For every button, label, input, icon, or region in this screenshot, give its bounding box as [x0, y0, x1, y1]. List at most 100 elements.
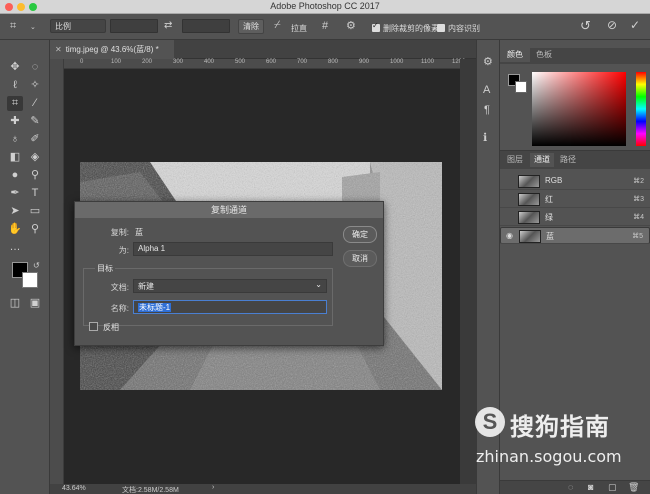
channel-shortcut: ⌘5 — [632, 233, 643, 240]
move-tool-icon[interactable]: ✥ — [7, 60, 23, 75]
channel-row-red[interactable]: 红 ⌘3 — [500, 191, 650, 208]
info-icon[interactable]: ℹ — [483, 133, 487, 144]
eraser-tool-icon[interactable]: ◧ — [7, 150, 23, 165]
copy-value: 蓝 — [135, 228, 143, 237]
ruler-vertical — [50, 59, 64, 484]
rectangle-tool-icon[interactable]: ▭ — [27, 204, 43, 219]
magic-wand-tool-icon[interactable]: ✧ — [27, 78, 43, 93]
gear-icon[interactable]: ⚙ — [346, 21, 356, 32]
trash-icon[interactable]: 🗑 — [628, 482, 639, 493]
content-aware-checkbox[interactable] — [437, 24, 445, 32]
dodge-tool-icon[interactable]: ⚲ — [27, 168, 43, 183]
more-tools-icon[interactable]: … — [7, 240, 23, 255]
channel-thumbnail — [518, 211, 540, 224]
as-input[interactable]: Alpha 1 — [133, 242, 333, 256]
document-size: 文档:2.58M/2.58M — [122, 487, 179, 494]
properties-icon[interactable]: ⚙ — [483, 57, 493, 68]
marquee-tool-icon[interactable]: ◌ — [27, 60, 43, 75]
chevron-down-icon[interactable]: ⌄ — [30, 22, 36, 33]
healing-brush-tool-icon[interactable]: ✚ — [7, 114, 23, 129]
character-icon[interactable]: A — [483, 85, 490, 96]
eye-icon[interactable]: ◉ — [506, 231, 513, 240]
pen-tool-icon[interactable]: ✒ — [7, 186, 23, 201]
delete-cropped-checkbox[interactable] — [372, 21, 380, 32]
lasso-tool-icon[interactable]: ℓ — [7, 78, 23, 93]
ruler-tick-label: 600 — [266, 59, 277, 65]
tab-channels[interactable]: 通道 — [530, 153, 554, 167]
quick-mask-icon[interactable]: ◫ — [7, 296, 23, 311]
ruler-tick-label: 200 — [142, 59, 153, 65]
document-select[interactable]: 新建 ⌄ — [133, 279, 327, 293]
channel-thumbnail — [519, 230, 541, 243]
clear-button[interactable]: 清除 — [238, 19, 264, 34]
ratio-select[interactable]: 比例 — [50, 19, 106, 33]
name-input[interactable]: 未标题-1 — [133, 300, 327, 314]
tab-color[interactable]: 颜色 — [500, 48, 530, 62]
document-select-value: 新建 — [138, 282, 154, 291]
zoom-level[interactable]: 43.64% — [62, 485, 86, 492]
vertical-scrollbar[interactable] — [460, 59, 476, 484]
name-label: 名称: — [110, 304, 129, 313]
load-selection-icon[interactable]: ◌ — [568, 482, 573, 493]
brush-tool-icon[interactable]: ✎ — [27, 114, 43, 129]
paint-bucket-tool-icon[interactable]: ◈ — [27, 150, 43, 165]
cancel-button[interactable]: 取消 — [343, 250, 377, 267]
tab-layers[interactable]: 图层 — [500, 153, 530, 167]
title-bar: Adobe Photoshop CC 2017 — [0, 0, 650, 14]
straighten-icon[interactable]: ⌿ — [274, 20, 281, 31]
channel-row-blue[interactable]: ◉ 蓝 ⌘5 — [500, 227, 650, 244]
watermark-url: zhinan.sogou.com — [476, 447, 622, 466]
straighten-label[interactable]: 拉直 — [291, 23, 307, 34]
channel-name: 蓝 — [546, 232, 554, 241]
channel-shortcut: ⌘3 — [633, 196, 644, 203]
color-field[interactable] — [532, 72, 626, 146]
document-tab-label: timg.jpeg @ 43.6%(蓝/8) * — [65, 45, 159, 54]
background-color-swatch[interactable] — [22, 272, 38, 288]
history-brush-tool-icon[interactable]: ✐ — [27, 132, 43, 147]
eyedropper-tool-icon[interactable]: ⁄ — [27, 96, 43, 111]
type-tool-icon[interactable]: T — [27, 186, 43, 201]
channel-row-rgb[interactable]: RGB ⌘2 — [500, 173, 650, 190]
zoom-tool-icon[interactable]: ⚲ — [27, 222, 43, 237]
duplicate-channel-dialog: 复制通道 复制: 蓝 为: Alpha 1 目标 文档: 新建 ⌄ 名称: 未标… — [74, 201, 384, 346]
channel-thumbnail — [518, 175, 540, 188]
screen-mode-icon[interactable]: ▣ — [27, 296, 43, 311]
document-tab-bar: ✕ timg.jpeg @ 43.6%(蓝/8) * — [50, 40, 476, 59]
crop-tool-icon[interactable]: ⌗ — [7, 96, 23, 111]
background-color-swatch[interactable] — [515, 81, 527, 93]
chevron-right-icon[interactable]: › — [212, 484, 214, 491]
invert-label: 反相 — [103, 323, 119, 332]
chevron-down-icon: ⌄ — [315, 280, 322, 289]
hand-tool-icon[interactable]: ✋ — [7, 222, 23, 237]
path-selection-tool-icon[interactable]: ➤ — [7, 204, 23, 219]
tab-document[interactable]: ✕ timg.jpeg @ 43.6%(蓝/8) * — [50, 40, 174, 59]
commit-crop-icon[interactable]: ✓ — [630, 19, 640, 31]
ok-button[interactable]: 确定 — [343, 226, 377, 243]
paragraph-icon[interactable]: ¶ — [484, 105, 490, 116]
overlay-grid-icon[interactable]: # — [322, 21, 328, 32]
tab-paths[interactable]: 路径 — [554, 153, 582, 167]
options-bar: ⌗ ⌄ 比例 ⇄ 清除 ⌿ 拉直 # ⚙ 删除裁剪的像素 内容识别 ↺ ⊘ ✓ — [0, 14, 650, 40]
channels-panel-tabs: 图层 通道 路径 — [500, 151, 650, 169]
as-label: 为: — [118, 246, 129, 255]
save-selection-icon[interactable]: ◙ — [588, 482, 593, 493]
cancel-crop-icon[interactable]: ⊘ — [607, 19, 617, 31]
sogou-logo-icon: S — [475, 407, 505, 437]
channel-shortcut: ⌘2 — [633, 178, 644, 185]
crop-tool-preset-icon[interactable]: ⌗ — [10, 21, 16, 32]
height-field[interactable] — [182, 19, 230, 33]
channel-name: RGB — [545, 176, 563, 185]
width-field[interactable] — [110, 19, 158, 33]
swap-colors-icon[interactable]: ↺ — [33, 260, 40, 271]
swap-icon[interactable]: ⇄ — [164, 20, 172, 31]
tab-swatches[interactable]: 色板 — [530, 48, 558, 62]
channel-shortcut: ⌘4 — [633, 214, 644, 221]
reset-icon[interactable]: ↺ — [580, 19, 591, 32]
close-tab-icon[interactable]: ✕ — [55, 45, 62, 54]
channel-row-green[interactable]: 绿 ⌘4 — [500, 209, 650, 226]
new-channel-icon[interactable]: ▢ — [608, 482, 617, 493]
clone-stamp-tool-icon[interactable]: ♁ — [7, 132, 23, 147]
blur-tool-icon[interactable]: ● — [7, 168, 23, 183]
hue-slider[interactable] — [636, 72, 646, 146]
invert-checkbox[interactable] — [89, 322, 98, 331]
